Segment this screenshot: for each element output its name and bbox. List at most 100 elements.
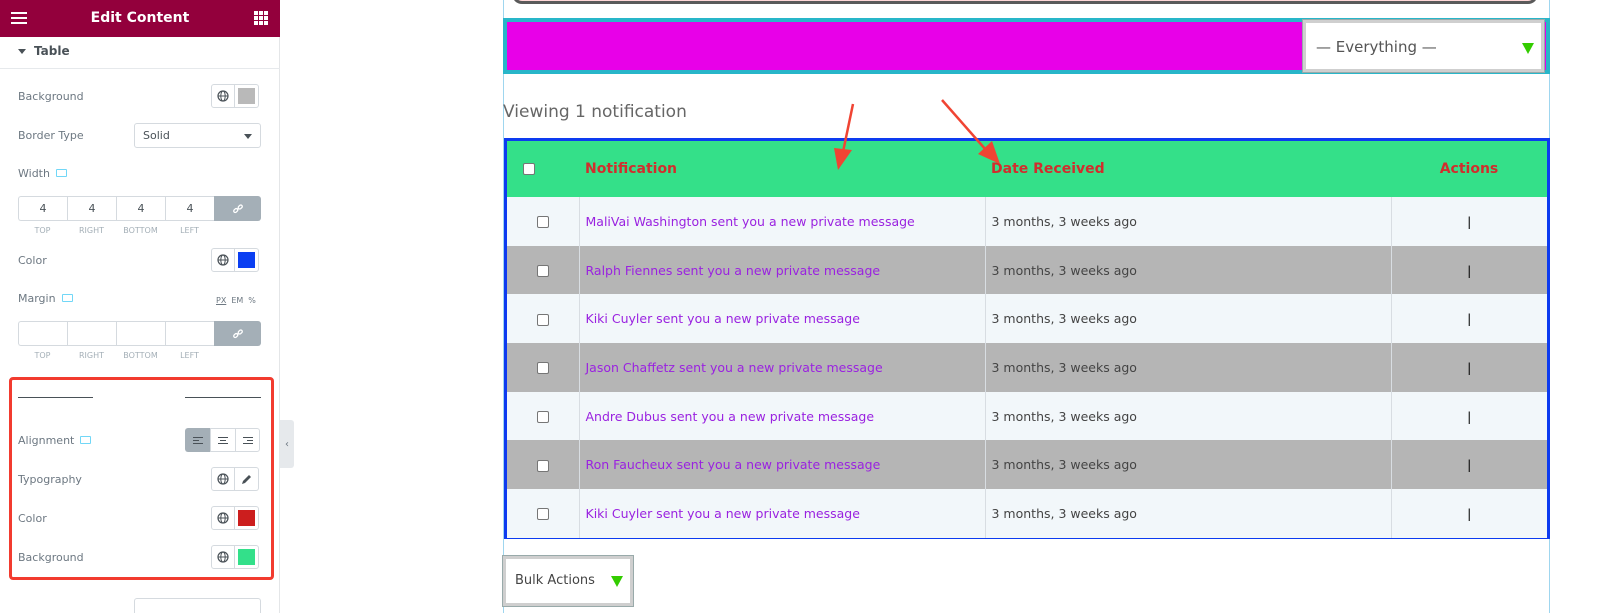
section-divider xyxy=(0,68,280,69)
notification-filter-select[interactable]: — Everything — xyxy=(1303,20,1544,72)
notification-link[interactable]: Kiki Cuyler sent you a new private messa… xyxy=(579,489,986,538)
margin-left-input[interactable] xyxy=(165,321,214,346)
header-date-received[interactable]: Date Received xyxy=(985,141,1391,197)
header-actions: Actions xyxy=(1439,161,1499,177)
align-right-button[interactable] xyxy=(235,428,260,452)
width-top-input[interactable]: 4 xyxy=(18,196,67,221)
date-received: 3 months, 3 weeks ago xyxy=(985,440,1392,490)
row-select-cell xyxy=(507,294,580,344)
unit-px[interactable]: PX xyxy=(216,296,226,305)
top-element-edge xyxy=(512,0,1538,4)
notification-link[interactable]: MaliVai Washington sent you a new privat… xyxy=(579,197,986,246)
align-left-button[interactable] xyxy=(185,428,210,452)
width-label: Width xyxy=(18,167,67,180)
row-actions[interactable]: | xyxy=(1391,440,1547,489)
notification-link[interactable]: Kiki Cuyler sent you a new private messa… xyxy=(579,294,986,344)
row-checkbox[interactable] xyxy=(536,216,549,229)
row-actions[interactable]: | xyxy=(1391,294,1547,343)
row-actions[interactable]: | xyxy=(1391,246,1547,295)
alignment-control xyxy=(185,428,261,452)
swatch-fill xyxy=(238,549,255,565)
dropdown-arrow-icon xyxy=(244,134,252,139)
width-left-input[interactable]: 4 xyxy=(165,196,214,221)
width-bottom-input[interactable]: 4 xyxy=(116,196,165,221)
width-right-input[interactable]: 4 xyxy=(67,196,116,221)
row-checkbox[interactable] xyxy=(536,411,549,424)
unit-em[interactable]: EM xyxy=(231,296,243,305)
widgets-grid-icon[interactable] xyxy=(254,11,268,25)
edit-typography-button[interactable] xyxy=(235,467,259,491)
global-text-color-button[interactable] xyxy=(211,506,235,530)
section-toggle-table[interactable]: Table xyxy=(18,44,70,58)
alignment-label-text: Alignment xyxy=(18,434,75,447)
notification-link[interactable]: Andre Dubus sent you a new private messa… xyxy=(579,391,986,441)
header-notification[interactable]: Notification xyxy=(579,141,985,197)
next-control[interactable] xyxy=(134,598,261,613)
row-select-cell xyxy=(507,391,580,441)
align-right-icon xyxy=(242,435,253,446)
dropdown-arrow-icon xyxy=(1522,43,1534,54)
table-header-row: Notification Date Received Actions xyxy=(507,141,1547,197)
editor-panel: Edit Content Table Background Border Typ… xyxy=(0,0,280,613)
typography-label: Typography xyxy=(18,473,82,486)
width-label-text: Width xyxy=(18,167,50,180)
text-color-label: Color xyxy=(18,512,47,525)
margin-bottom-input[interactable] xyxy=(116,321,165,346)
header-background-label: Background xyxy=(18,551,84,564)
bulk-actions-value: Bulk Actions xyxy=(515,573,595,588)
notification-link[interactable]: Ron Faucheux sent you a new private mess… xyxy=(579,440,986,490)
table-row: Kiki Cuyler sent you a new private messa… xyxy=(507,489,1547,538)
text-color-swatch[interactable] xyxy=(235,506,259,530)
date-received: 3 months, 3 weeks ago xyxy=(985,294,1392,344)
margin-dimension-labels: TOP RIGHT BOTTOM LEFT xyxy=(18,351,261,360)
dim-label-top: TOP xyxy=(34,226,51,235)
desktop-icon[interactable] xyxy=(80,436,92,444)
row-actions[interactable]: | xyxy=(1391,392,1547,441)
row-checkbox[interactable] xyxy=(536,362,549,375)
select-all-checkbox[interactable] xyxy=(523,163,535,175)
row-checkbox[interactable] xyxy=(536,265,549,278)
unit-switcher: PX EM% xyxy=(216,296,261,305)
row-actions[interactable]: | xyxy=(1391,343,1547,392)
date-received: 3 months, 3 weeks ago xyxy=(985,391,1392,441)
unit-percent[interactable]: % xyxy=(248,296,256,305)
row-checkbox[interactable] xyxy=(536,508,549,521)
margin-right-input[interactable] xyxy=(67,321,116,346)
global-header-background-button[interactable] xyxy=(211,545,235,569)
panel-title: Edit Content xyxy=(90,10,190,26)
align-center-button[interactable] xyxy=(210,428,235,452)
background-color-swatch[interactable] xyxy=(235,84,259,108)
bulk-actions-select[interactable]: Bulk Actions xyxy=(503,556,633,606)
row-checkbox[interactable] xyxy=(536,459,549,472)
margin-top-input[interactable] xyxy=(18,321,67,346)
globe-icon xyxy=(217,254,229,266)
dim-label-top: TOP xyxy=(34,351,51,360)
row-checkbox[interactable] xyxy=(536,313,549,326)
row-actions[interactable]: | xyxy=(1391,489,1547,538)
viewing-count: Viewing 1 notification xyxy=(503,102,687,122)
border-color-swatch[interactable] xyxy=(235,248,259,272)
date-received: 3 months, 3 weeks ago xyxy=(985,489,1392,538)
border-type-select[interactable]: Solid xyxy=(134,123,261,148)
global-border-color-button[interactable] xyxy=(211,248,235,272)
table-row: Andre Dubus sent you a new private messa… xyxy=(507,391,1547,441)
notification-link[interactable]: Jason Chaffetz sent you a new private me… xyxy=(579,343,986,392)
desktop-icon[interactable] xyxy=(55,169,67,177)
collapse-panel-button[interactable]: ‹ xyxy=(280,420,294,468)
link-values-button[interactable] xyxy=(214,321,261,346)
date-received: 3 months, 3 weeks ago xyxy=(985,245,1392,295)
dim-label-right: RIGHT xyxy=(78,226,105,235)
link-values-button[interactable] xyxy=(214,196,261,221)
dim-label-left: LEFT xyxy=(180,226,199,235)
globe-icon xyxy=(217,551,229,563)
global-background-button[interactable] xyxy=(211,84,235,108)
desktop-icon[interactable] xyxy=(61,294,73,302)
link-icon xyxy=(232,203,243,213)
notification-link[interactable]: Ralph Fiennes sent you a new private mes… xyxy=(579,245,986,295)
header-background-swatch[interactable] xyxy=(235,545,259,569)
swatch-fill xyxy=(238,510,255,526)
table-row: Ralph Fiennes sent you a new private mes… xyxy=(507,245,1547,295)
global-typography-button[interactable] xyxy=(211,467,235,491)
table-row: Ron Faucheux sent you a new private mess… xyxy=(507,440,1547,490)
row-actions[interactable]: | xyxy=(1391,197,1547,246)
